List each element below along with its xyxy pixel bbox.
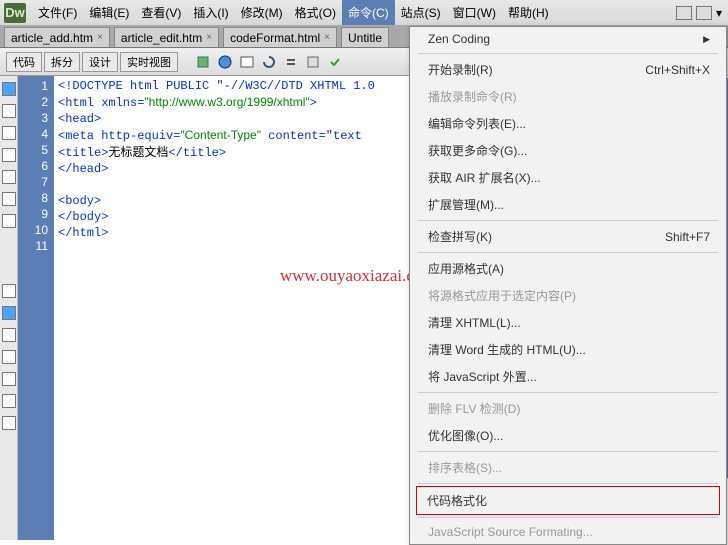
externalize-js-item[interactable]: 将 JavaScript 外置... — [410, 363, 726, 390]
optimize-image-item[interactable]: 优化图像(O)... — [410, 422, 726, 449]
gutter-icon[interactable] — [2, 416, 16, 430]
close-icon[interactable]: × — [97, 32, 103, 43]
separator — [418, 392, 718, 393]
sort-table-item: 排序表格(S)... — [410, 454, 726, 481]
menu-1[interactable]: 编辑(E) — [83, 0, 135, 25]
browser-icon[interactable] — [238, 53, 256, 71]
gutter-icon[interactable] — [2, 148, 16, 162]
menu-0[interactable]: 文件(F) — [32, 0, 83, 25]
start-recording-item[interactable]: 开始录制(R)Ctrl+Shift+X — [410, 56, 726, 83]
get-air-ext-item[interactable]: 获取 AIR 扩展名(X)... — [410, 164, 726, 191]
separator — [418, 252, 718, 253]
separator — [418, 451, 718, 452]
globe-icon[interactable] — [216, 53, 234, 71]
gutter-icon[interactable] — [2, 126, 16, 140]
menu-bar: Dw 文件(F)编辑(E)查看(V)插入(I)修改(M)格式(O)命令(C)站点… — [0, 0, 728, 26]
left-gutter — [0, 76, 18, 540]
clean-word-html-item[interactable]: 清理 Word 生成的 HTML(U)... — [410, 336, 726, 363]
play-recording-item: 播放录制命令(R) — [410, 83, 726, 110]
options-icon[interactable] — [304, 53, 322, 71]
gutter-icon[interactable] — [2, 284, 16, 298]
commands-menu-dropdown: Zen Coding 开始录制(R)Ctrl+Shift+X 播放录制命令(R)… — [409, 26, 727, 545]
remove-flv-item: 删除 FLV 检测(D) — [410, 395, 726, 422]
live-view-button[interactable]: 实时视图 — [120, 52, 178, 72]
extension-manager-item[interactable]: 扩展管理(M)... — [410, 191, 726, 218]
menu-3[interactable]: 插入(I) — [187, 0, 234, 25]
design-view-button[interactable]: 设计 — [82, 52, 118, 72]
gutter-icon[interactable] — [2, 328, 16, 342]
clean-xhtml-item[interactable]: 清理 XHTML(L)... — [410, 309, 726, 336]
menu-4[interactable]: 修改(M) — [235, 0, 289, 25]
doc-tab[interactable]: article_add.htm× — [4, 27, 110, 47]
gutter-icon[interactable] — [2, 192, 16, 206]
gutter-icon[interactable] — [2, 394, 16, 408]
doc-tab[interactable]: codeFormat.html× — [223, 27, 337, 47]
dropdown-arrow-icon[interactable]: ▾ — [716, 6, 722, 20]
separator — [418, 53, 718, 54]
get-more-commands-item[interactable]: 获取更多命令(G)... — [410, 137, 726, 164]
app-logo: Dw — [4, 3, 26, 23]
validate-icon[interactable] — [326, 53, 344, 71]
code-format-item[interactable]: 代码格式化 — [416, 486, 720, 515]
menu-5[interactable]: 格式(O) — [289, 0, 342, 25]
gutter-icon[interactable] — [2, 104, 16, 118]
apply-source-format-item[interactable]: 应用源格式(A) — [410, 255, 726, 282]
code-view-button[interactable]: 代码 — [6, 52, 42, 72]
menu-8[interactable]: 窗口(W) — [447, 0, 502, 25]
gutter-icon[interactable] — [2, 306, 16, 320]
menu-7[interactable]: 站点(S) — [395, 0, 447, 25]
doc-tab[interactable]: Untitle — [341, 27, 389, 47]
doc-tab[interactable]: article_edit.htm× — [114, 27, 219, 47]
refresh-icon[interactable] — [260, 53, 278, 71]
layout-icon[interactable] — [696, 6, 712, 20]
check-spelling-item[interactable]: 检查拼写(K)Shift+F7 — [410, 223, 726, 250]
js-source-formatting-item[interactable]: JavaScript Source Formating... — [410, 520, 726, 544]
menu-6[interactable]: 命令(C) — [342, 0, 395, 25]
apply-format-selection-item: 将源格式应用于选定内容(P) — [410, 282, 726, 309]
edit-command-list-item[interactable]: 编辑命令列表(E)... — [410, 110, 726, 137]
menu-2[interactable]: 查看(V) — [135, 0, 187, 25]
separator — [418, 483, 718, 484]
layout-icon[interactable] — [676, 6, 692, 20]
gutter-icon[interactable] — [2, 214, 16, 228]
separator — [418, 517, 718, 518]
zen-coding-item[interactable]: Zen Coding — [410, 27, 726, 51]
inspect-icon[interactable] — [194, 53, 212, 71]
separator — [418, 220, 718, 221]
gutter-icon[interactable] — [2, 372, 16, 386]
close-icon[interactable]: × — [324, 32, 330, 43]
nav-icon[interactable] — [282, 53, 300, 71]
close-icon[interactable]: × — [206, 32, 212, 43]
menu-9[interactable]: 帮助(H) — [502, 0, 555, 25]
layout-switcher[interactable]: ▾ — [676, 6, 728, 20]
line-numbers: 1234567891011 — [18, 76, 54, 540]
split-view-button[interactable]: 拆分 — [44, 52, 80, 72]
gutter-icon[interactable] — [2, 350, 16, 364]
gutter-icon[interactable] — [2, 82, 16, 96]
gutter-icon[interactable] — [2, 170, 16, 184]
